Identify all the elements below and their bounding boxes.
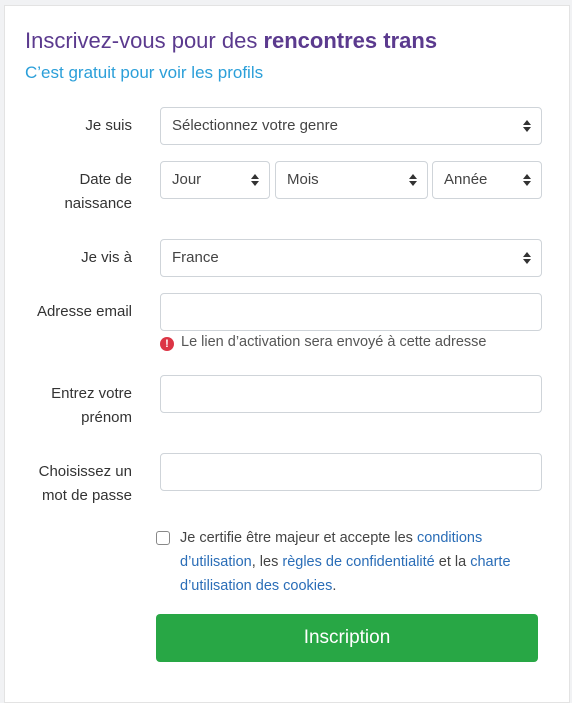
firstname-field[interactable] (160, 375, 542, 413)
password-label-line1: Choisissez un (38, 463, 132, 480)
gender-label: Je suis (85, 117, 132, 134)
submit-button[interactable]: Inscription (156, 614, 538, 662)
email-label: Adresse email (36, 303, 132, 320)
birth-day-value: Jour (172, 171, 202, 188)
birthdate-label: Date de naissance (64, 168, 132, 216)
country-select[interactable]: France (160, 239, 542, 277)
birthdate-label-line1: Date de (79, 171, 132, 188)
firstname-label-line1: Entrez votre (51, 385, 132, 402)
select-arrows-icon (523, 174, 531, 186)
error-circle-icon: ! (160, 337, 174, 351)
terms-text: Je certifie être majeur et accepte les c… (180, 526, 530, 598)
select-arrows-icon (523, 120, 531, 132)
email-field[interactable] (160, 293, 542, 331)
country-label: Je vis à (81, 249, 132, 266)
privacy-link[interactable]: règles de confidentialité (282, 554, 434, 570)
gender-select[interactable]: Sélectionnez votre genre (160, 107, 542, 145)
select-arrows-icon (523, 252, 531, 264)
birth-year-select[interactable]: Année (432, 161, 542, 199)
terms-checkbox[interactable] (156, 531, 170, 545)
birthdate-label-line2: naissance (64, 195, 132, 212)
terms-text-1: Je certifie être majeur et accepte les (180, 530, 417, 546)
birth-month-value: Mois (287, 171, 319, 188)
page-subtitle: C’est gratuit pour voir les profils (25, 63, 264, 82)
password-field[interactable] (160, 453, 542, 491)
terms-text-3: et la (434, 554, 471, 570)
terms-text-4: . (332, 578, 337, 594)
title-bold: rencontres trans (263, 28, 438, 53)
password-label-line2: mot de passe (41, 487, 132, 504)
country-select-value: France (172, 249, 219, 266)
select-arrows-icon (251, 174, 259, 186)
firstname-label: Entrez votre prénom (51, 382, 132, 430)
password-label: Choisissez un mot de passe (39, 460, 132, 508)
email-hint-text: Le lien d’activation sera envoyé à cette… (181, 334, 487, 350)
gender-select-value: Sélectionnez votre genre (172, 117, 338, 134)
title-regular: Inscrivez-vous pour des (25, 28, 264, 53)
select-arrows-icon (409, 174, 417, 186)
terms-text-2: , les (251, 554, 283, 570)
birth-year-value: Année (444, 171, 488, 188)
email-hint: ! Le lien d’activation sera envoyé à cett… (160, 334, 487, 351)
birth-month-select[interactable]: Mois (275, 161, 428, 199)
firstname-label-line2: prénom (81, 409, 132, 426)
page-title: Inscrivez-vous pour des rencontres trans (25, 28, 437, 54)
birth-day-select[interactable]: Jour (160, 161, 270, 199)
